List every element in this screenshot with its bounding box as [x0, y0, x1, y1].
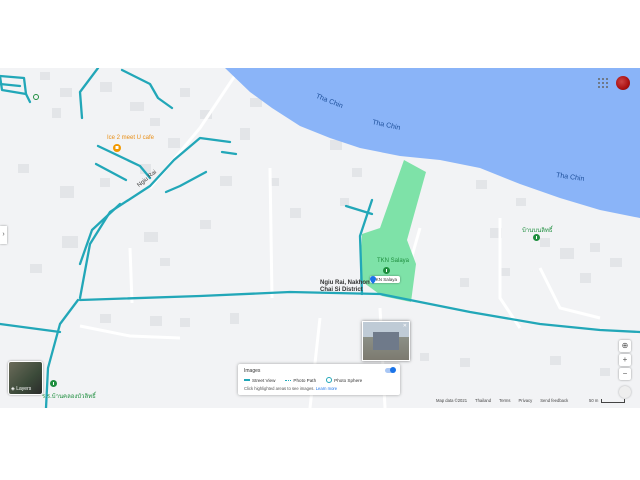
cafe-icon	[113, 144, 121, 152]
images-legend: Street View Photo Path Photo Sphere	[244, 377, 362, 383]
street-view-thumbnail[interactable]: ✕	[362, 321, 410, 361]
place-label[interactable]: ร.ร.บ้านคลองบัวลิทธิ์	[42, 391, 96, 401]
map-canvas[interactable]: Tha Chin Tha Chin Tha Chin Ngiu Rai Ngiu…	[0, 68, 640, 408]
pegman-icon[interactable]	[619, 386, 631, 398]
legend-photo-sphere: Photo Sphere	[326, 377, 362, 383]
close-icon[interactable]: ✕	[403, 323, 407, 329]
legend-photo-path: Photo Path	[285, 377, 316, 383]
legend-street-view: Street View	[244, 377, 275, 383]
terms-link[interactable]: Terms	[499, 398, 510, 403]
images-title: Images	[244, 368, 261, 374]
poi-dot	[33, 94, 39, 100]
learn-more-link[interactable]: Learn more	[316, 386, 337, 391]
scale-bar-line	[601, 398, 626, 403]
river-tha-chin	[225, 68, 640, 218]
park-icon	[50, 380, 57, 387]
zoom-out-button[interactable]: −	[619, 368, 631, 380]
layers-label: ◈ Layers	[11, 386, 32, 392]
privacy-link[interactable]: Privacy	[519, 398, 533, 403]
map-graphics	[0, 68, 640, 408]
map-controls: ⊕ + −	[619, 340, 631, 398]
collapse-side-panel-button[interactable]: ›	[0, 226, 7, 244]
images-panel: Images Street View Photo Path Photo Sphe…	[238, 364, 400, 395]
apps-grid-icon[interactable]	[598, 78, 608, 88]
top-right-controls	[598, 76, 630, 90]
scale-label: 50 m	[589, 398, 599, 403]
park-label[interactable]: TKN Salaya	[377, 258, 409, 264]
map-data-credit: Map data ©2021	[436, 398, 468, 403]
selected-place-marker[interactable]: TKN Salaya	[370, 276, 401, 284]
cafe-label[interactable]: Ice 2 meet U cafe	[107, 135, 154, 141]
my-location-icon[interactable]: ⊕	[619, 340, 631, 352]
send-feedback-link[interactable]: Send feedback	[540, 398, 568, 403]
avatar[interactable]	[616, 76, 630, 90]
layers-button[interactable]: ◈ Layers	[8, 361, 43, 395]
location-pin-icon	[370, 276, 376, 284]
location-label: Ngiu Rai, Nakhon Chai Si District	[320, 280, 370, 293]
marker-label: TKN Salaya	[373, 277, 398, 282]
images-hint: Click highlighted areas to see images. L…	[244, 386, 338, 391]
zoom-in-button[interactable]: +	[619, 354, 631, 366]
map-footer: Map data ©2021 Thailand Terms Privacy Se…	[436, 398, 568, 403]
country-link[interactable]: Thailand	[475, 398, 491, 403]
scale-bar[interactable]: 50 m	[589, 398, 629, 403]
park-icon	[533, 234, 540, 241]
thumbnail-image	[373, 332, 399, 350]
place-label[interactable]: บ้านบนลิทธิ์	[522, 225, 552, 235]
images-toggle[interactable]	[385, 367, 396, 373]
